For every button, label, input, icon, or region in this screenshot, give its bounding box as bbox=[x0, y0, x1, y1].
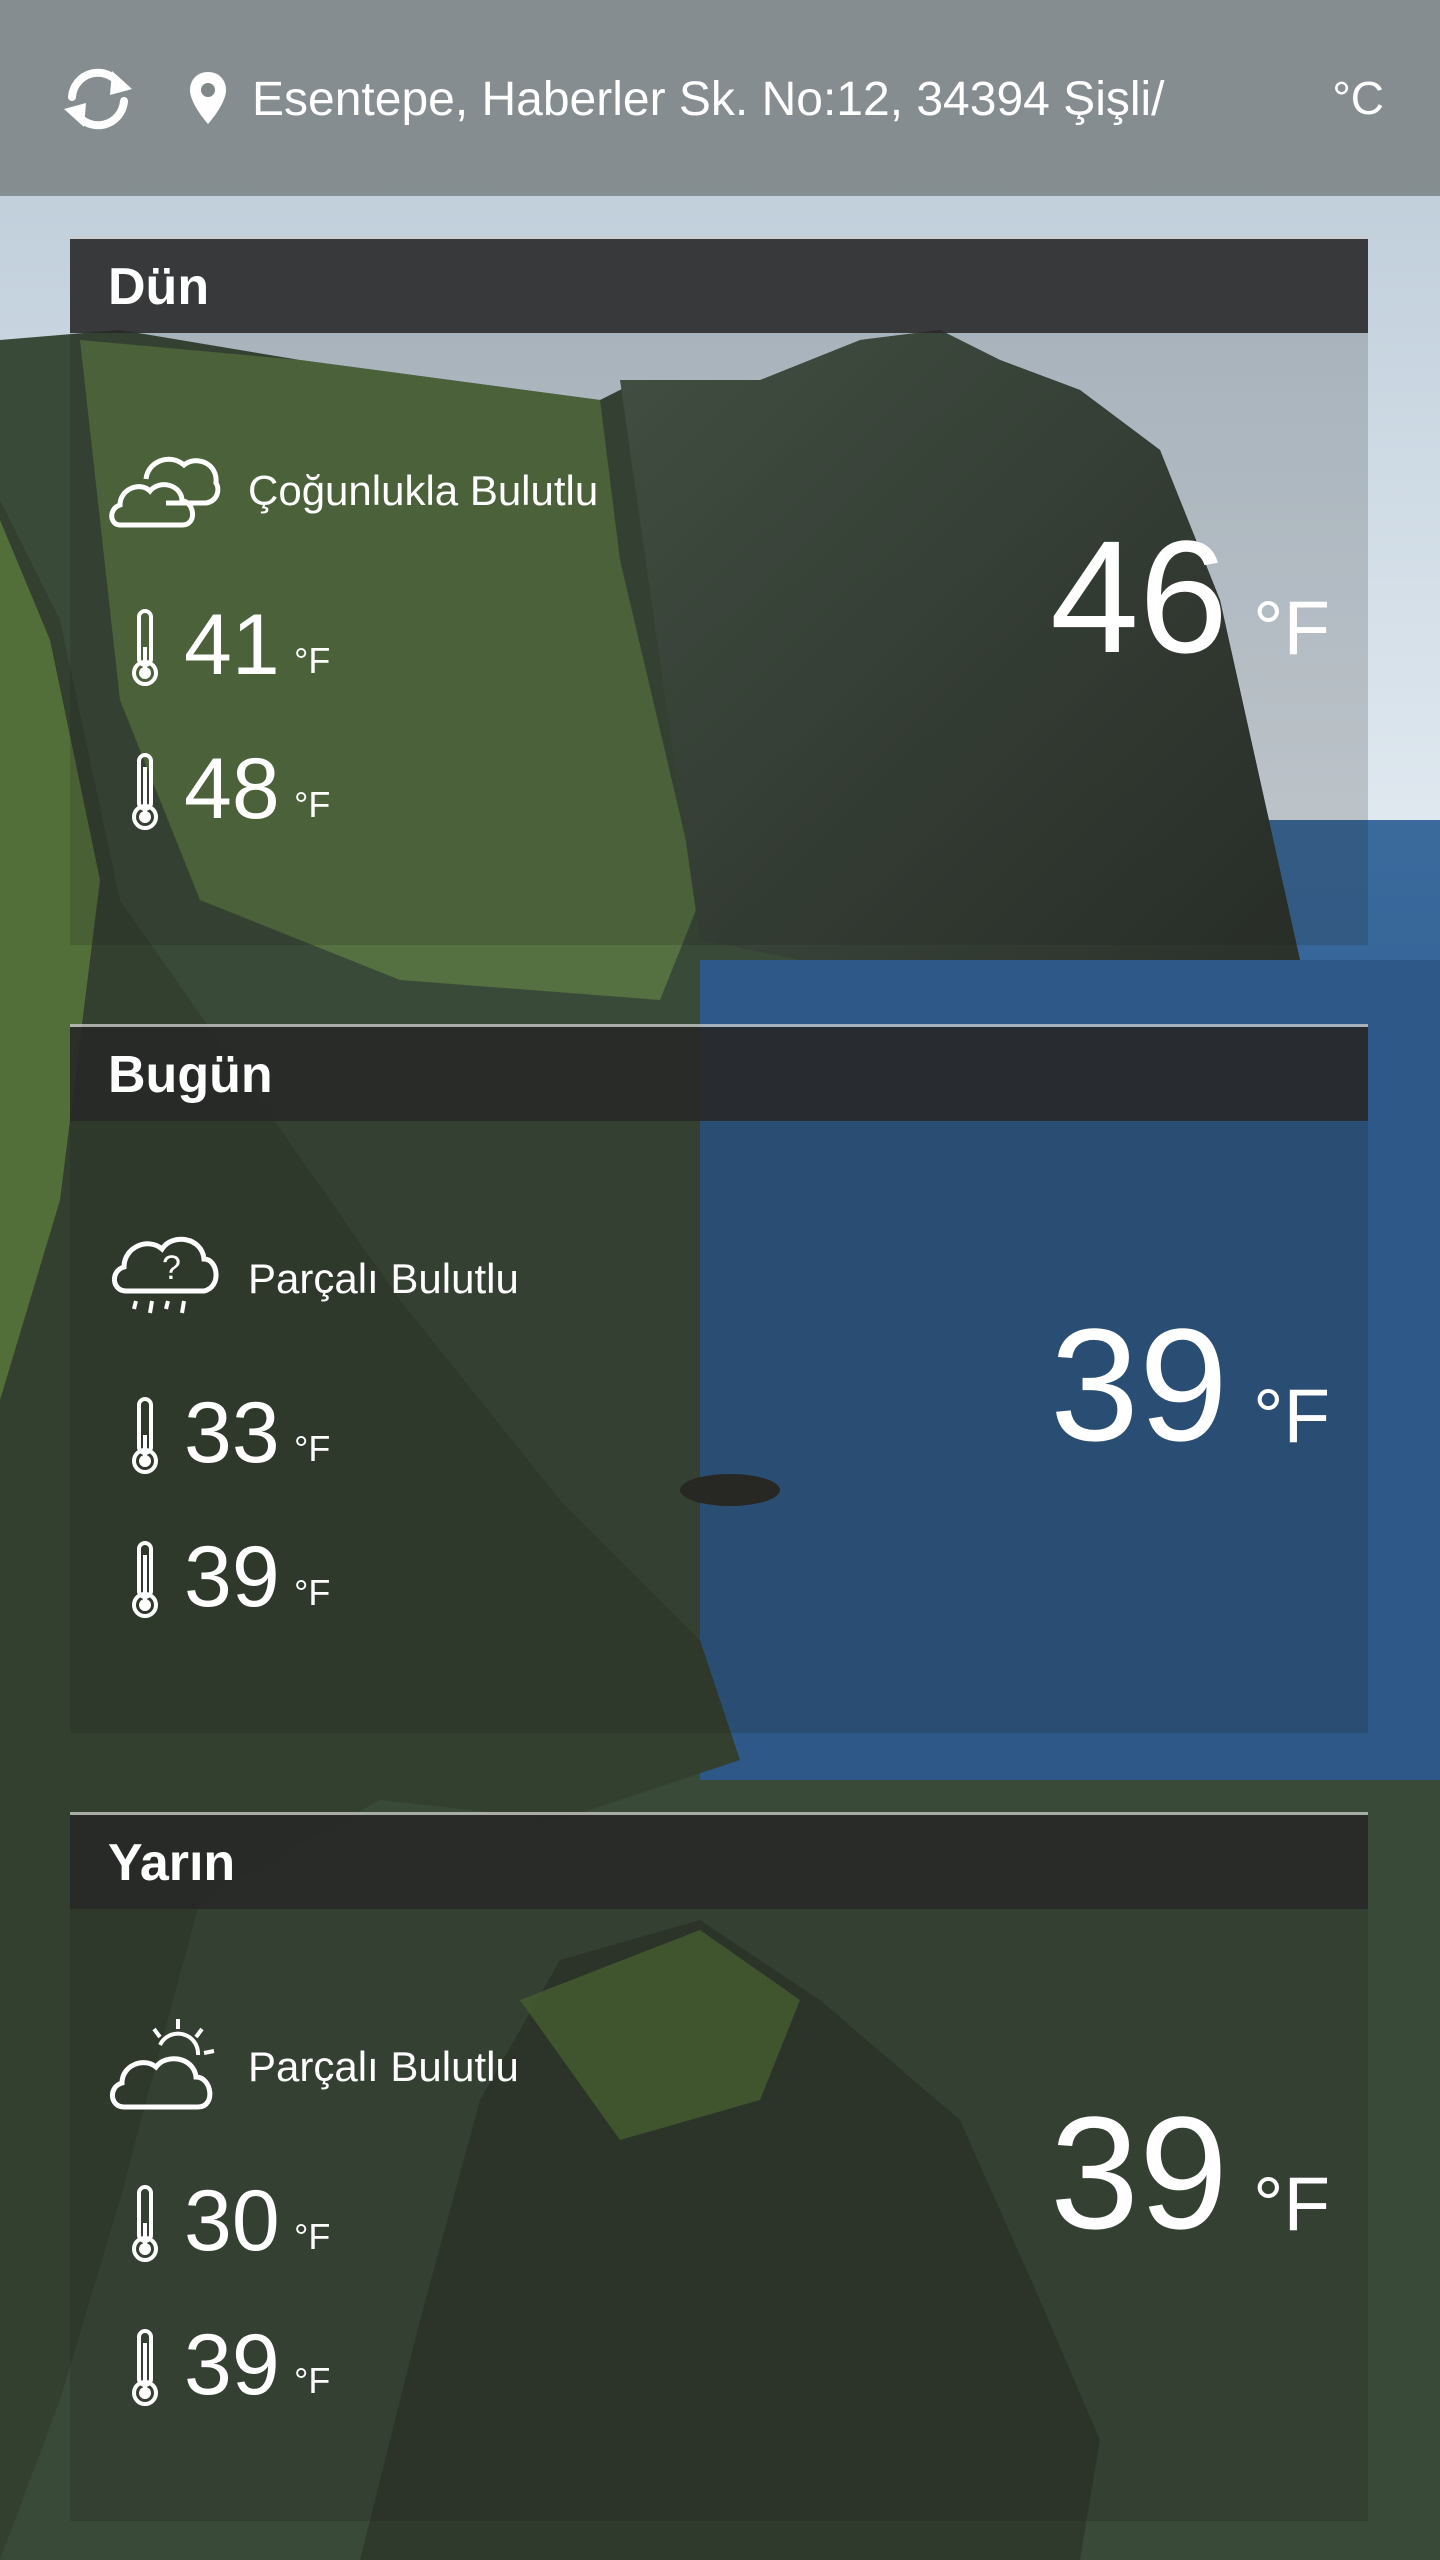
condition-text: Parçalı Bulutlu bbox=[248, 1255, 519, 1302]
current-temperature-unit: °F bbox=[1253, 1374, 1330, 1459]
day-title: Yarın bbox=[108, 1834, 236, 1892]
refresh-button[interactable] bbox=[58, 62, 138, 136]
high-temperature-unit: °F bbox=[294, 2360, 331, 2401]
top-bar: Esentepe, Haberler Sk. No:12, 34394 Şişl… bbox=[0, 0, 1440, 196]
high-temperature: 48 bbox=[184, 741, 280, 837]
thermometer-high-icon bbox=[132, 753, 158, 830]
high-temperature: 39 bbox=[184, 2317, 280, 2413]
day-title: Dün bbox=[108, 258, 210, 316]
temperature-unit-toggle[interactable]: °C bbox=[1332, 68, 1384, 128]
current-temperature-unit: °F bbox=[1253, 586, 1330, 671]
location-address[interactable]: Esentepe, Haberler Sk. No:12, 34394 Şişl… bbox=[252, 70, 1252, 130]
condition-text: Parçalı Bulutlu bbox=[248, 2043, 519, 2090]
mostly-cloudy-icon bbox=[109, 456, 221, 528]
partly-cloudy-sun-icon bbox=[110, 2019, 215, 2110]
low-temperature: 33 bbox=[184, 1385, 280, 1481]
svg-text:?: ? bbox=[162, 1249, 181, 1287]
cloud-rain-question-icon: ? bbox=[112, 1236, 219, 1314]
thermometer-high-icon bbox=[132, 2329, 158, 2406]
thermometer-low-icon bbox=[132, 2185, 158, 2262]
high-temperature-unit: °F bbox=[294, 1572, 331, 1613]
card-header: Bugün bbox=[70, 1027, 1368, 1121]
low-temperature-unit: °F bbox=[294, 1428, 331, 1469]
low-temperature: 30 bbox=[184, 2173, 280, 2269]
condition-text: Çoğunlukla Bulutlu bbox=[248, 467, 599, 514]
card-header: Dün bbox=[70, 239, 1368, 333]
low-temperature-unit: °F bbox=[294, 640, 331, 681]
thermometer-low-icon bbox=[132, 1397, 158, 1474]
current-temperature-unit: °F bbox=[1253, 2162, 1330, 2247]
card-header: Yarın bbox=[70, 1815, 1368, 1909]
current-temperature: 39 bbox=[1050, 2083, 1228, 2262]
high-temperature: 39 bbox=[184, 1529, 280, 1625]
low-temperature: 41 bbox=[184, 597, 280, 693]
map-pin-icon bbox=[190, 72, 226, 124]
day-card-tomorrow[interactable]: Yarın Parçalı Bulutlu 30 °F 39 °F 39 °F bbox=[70, 1812, 1368, 2521]
current-temperature: 39 bbox=[1050, 1295, 1228, 1474]
day-title: Bugün bbox=[108, 1046, 273, 1104]
day-card-yesterday[interactable]: Dün Çoğunlukla Bulutlu 41 °F 48 °F 46 °F bbox=[70, 236, 1368, 945]
current-temperature: 46 bbox=[1050, 507, 1228, 686]
low-temperature-unit: °F bbox=[294, 2216, 331, 2257]
thermometer-low-icon bbox=[132, 609, 158, 686]
thermometer-high-icon bbox=[132, 1541, 158, 1618]
high-temperature-unit: °F bbox=[294, 784, 331, 825]
refresh-icon bbox=[64, 68, 132, 130]
day-card-today[interactable]: Bugün ? Parçalı Bulutlu 33 °F 39 °F 39 °… bbox=[70, 1024, 1368, 1733]
weather-app: Esentepe, Haberler Sk. No:12, 34394 Şişl… bbox=[0, 0, 1440, 2560]
